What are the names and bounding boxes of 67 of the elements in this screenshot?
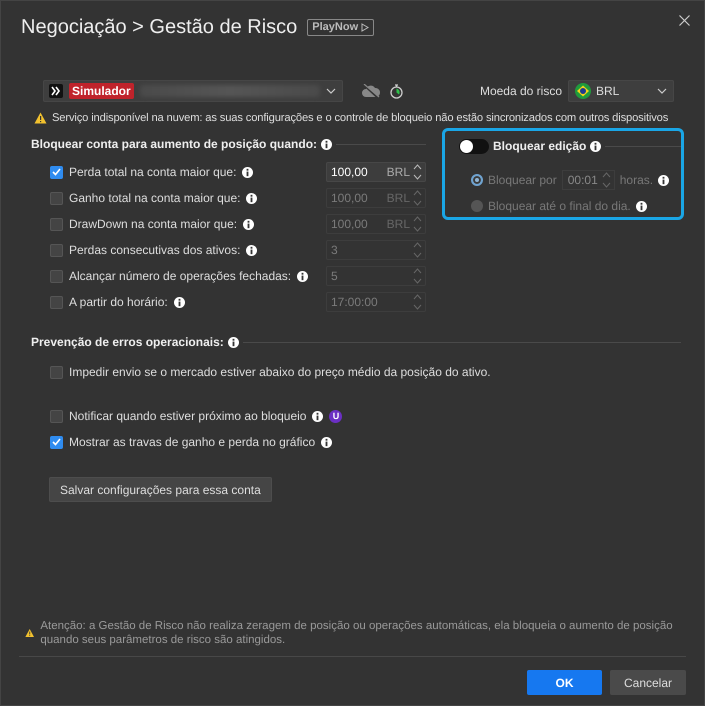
info-icon[interactable] [321, 436, 332, 448]
save-button[interactable]: Salvar configurações para essa conta [49, 477, 272, 502]
info-icon[interactable] [312, 410, 324, 422]
hours-field[interactable]: 00:01 [562, 170, 615, 190]
info-icon[interactable] [242, 166, 254, 178]
info-icon[interactable] [228, 336, 239, 348]
stopwatch-icon [390, 84, 403, 98]
cloud-off-icon [361, 84, 381, 98]
unit-label: horas. [620, 173, 654, 187]
rule-label: A partir do horário: [69, 295, 168, 309]
checkbox[interactable] [50, 366, 63, 378]
playnow-badge[interactable]: PlayNow [307, 18, 374, 36]
value-field[interactable]: 17:00:00 [326, 292, 426, 312]
rule-label: Ganho total na conta maior que: [69, 191, 240, 205]
checkbox[interactable] [50, 270, 63, 282]
radio-button[interactable] [471, 200, 483, 212]
info-icon[interactable] [297, 270, 308, 282]
caret-icon [657, 88, 667, 94]
info-icon[interactable] [590, 140, 602, 152]
checkbox[interactable] [50, 296, 63, 308]
rule-label: Perdas consecutivas dos ativos: [69, 243, 240, 257]
section-title: Prevenção de erros operacionais: [31, 335, 224, 349]
toggle-label: Bloquear edição [493, 139, 586, 153]
info-icon[interactable] [243, 218, 254, 230]
close-icon[interactable] [679, 15, 690, 26]
upgrade-badge: U [329, 410, 342, 422]
info-icon[interactable] [321, 138, 332, 150]
section-title: Bloquear conta para aumento de posição quando: [31, 137, 318, 151]
radio-button[interactable] [471, 174, 483, 186]
info-icon[interactable] [246, 192, 258, 204]
info-icon[interactable] [246, 244, 258, 256]
option-label: Impedir envio se o mercado estiver abaixo do preço médio da posição do ativo. [69, 365, 491, 379]
value-field[interactable]: 3 [326, 240, 426, 260]
toggle-switch[interactable] [459, 138, 489, 154]
notice-text: Atenção: a Gestão de Risco não realiza zeragem de posição ou operações automáticas, ela bloqueia o aumento de posição quando seus parâmetros de risco são atingidos. [40, 619, 674, 647]
rule-label: Perda total na conta maior que: [69, 165, 236, 179]
account-dropdown[interactable]: Simulador [43, 80, 343, 102]
checkbox[interactable] [50, 410, 63, 422]
flag-icon [575, 83, 591, 99]
dialog-title: Negociação > Gestão de Risco [21, 16, 298, 38]
warning-icon [25, 627, 34, 639]
checkbox[interactable] [50, 244, 63, 256]
caret-icon [326, 88, 336, 94]
value-field[interactable]: 5 [326, 266, 426, 286]
rule-label: Alcançar número de operações fechadas: [69, 269, 292, 283]
value-field[interactable]: 100,00 BRL [326, 162, 426, 182]
ok-button[interactable]: OK [527, 670, 602, 695]
info-icon[interactable] [636, 200, 647, 212]
option-label: Mostrar as travas de ganho e perda no gráfico [69, 435, 316, 449]
checkbox[interactable] [50, 192, 63, 204]
currency-label: Moeda do risco [480, 84, 562, 98]
cancel-button[interactable]: Cancelar [610, 670, 686, 695]
broker-logo-icon [49, 84, 63, 98]
option-label: Bloquear até o final do dia. [488, 199, 631, 213]
checkbox[interactable] [50, 218, 63, 230]
currency-dropdown[interactable]: BRL [568, 80, 674, 102]
cloud-warning-text: Serviço indisponível na nuvem: as suas configurações e o controle de bloqueio não estão sincronizados com outros dispositivos [52, 112, 668, 124]
rule-label: DrawDown na conta maior que: [69, 217, 238, 231]
option-label: Bloquear por [488, 173, 557, 187]
info-icon[interactable] [174, 296, 185, 308]
simulator-tag: Simulador [69, 83, 134, 99]
info-icon[interactable] [658, 174, 670, 186]
spinner-arrows-icon[interactable] [413, 163, 422, 181]
checkbox[interactable] [50, 436, 63, 448]
checkbox[interactable] [50, 166, 63, 178]
warning-icon [34, 112, 47, 124]
option-label: Notificar quando estiver próximo ao bloqueio [69, 409, 306, 423]
